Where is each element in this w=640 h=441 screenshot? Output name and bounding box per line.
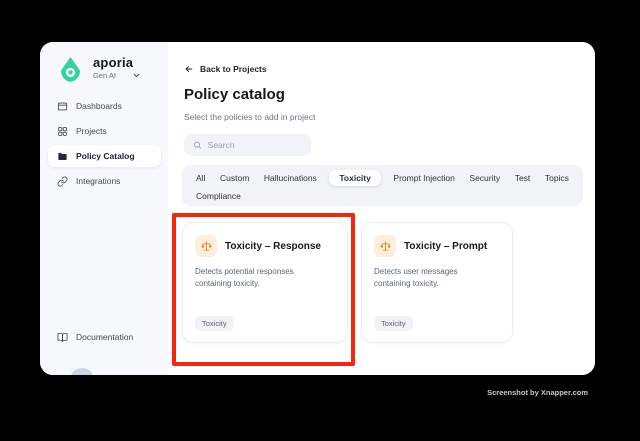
sidebar-item-dashboards[interactable]: Dashboards: [48, 95, 161, 117]
page-title: Policy catalog: [184, 86, 285, 103]
folder-icon: [58, 152, 67, 160]
policy-card-toxicity-response[interactable]: Toxicity – Response Detects potential re…: [182, 222, 348, 343]
main-content: Back to Projects Policy catalog Select t…: [168, 42, 595, 375]
brand-block: aporia Gen AI: [57, 56, 141, 88]
sidebar-item-label: Dashboards: [76, 101, 122, 111]
aporia-logo-icon: [57, 56, 84, 88]
book-icon: [57, 332, 68, 342]
sidebar-item-policy-catalog[interactable]: Policy Catalog: [48, 145, 161, 167]
tab-prompt-injection[interactable]: Prompt Injection: [391, 170, 456, 186]
policy-card-title: Toxicity – Response: [225, 240, 321, 252]
sidebar-item-label: Integrations: [76, 176, 121, 186]
scales-icon: [195, 235, 217, 257]
search-box[interactable]: [184, 134, 311, 156]
sidebar-item-projects[interactable]: Projects: [48, 120, 161, 142]
sidebar: aporia Gen AI Dashboards Projects Policy…: [40, 42, 168, 375]
workspace-name: Gen AI: [93, 71, 116, 80]
projects-icon: [58, 126, 67, 136]
screenshot-stage: aporia Gen AI Dashboards Projects Policy…: [0, 0, 640, 441]
category-tabs: All Custom Hallucinations Toxicity Promp…: [182, 165, 583, 206]
tab-all[interactable]: All: [194, 170, 207, 186]
sidebar-item-integrations[interactable]: Integrations: [48, 170, 161, 192]
workspace-selector[interactable]: Gen AI: [93, 71, 141, 80]
back-to-projects-link[interactable]: Back to Projects: [184, 64, 267, 74]
sidebar-nav: Dashboards Projects Policy Catalog Integ…: [48, 95, 161, 195]
policy-card-description: Detects potential responses containing t…: [195, 267, 294, 288]
tab-hallucinations[interactable]: Hallucinations: [262, 170, 319, 186]
policy-cards: Toxicity – Response Detects potential re…: [182, 222, 513, 343]
tabs-row-2: Compliance: [194, 188, 571, 204]
search-icon: [194, 141, 201, 149]
brand-name: aporia: [93, 55, 134, 70]
sidebar-item-label: Policy Catalog: [76, 151, 135, 161]
tab-custom[interactable]: Custom: [218, 170, 251, 186]
dashboards-icon: [57, 102, 68, 110]
policy-card-title: Toxicity – Prompt: [404, 240, 488, 252]
watermark-text: Screenshot by Xnapper.com: [487, 388, 588, 397]
sidebar-item-label: Documentation: [76, 332, 134, 342]
sidebar-item-documentation[interactable]: Documentation: [48, 326, 161, 348]
policy-tag-badge: Toxicity: [195, 316, 234, 331]
tab-test[interactable]: Test: [513, 170, 533, 186]
policy-tag-badge: Toxicity: [374, 316, 413, 331]
back-link-label: Back to Projects: [200, 64, 267, 74]
scales-icon: [374, 235, 396, 257]
tab-compliance[interactable]: Compliance: [194, 188, 243, 204]
chevron-down-icon: [133, 73, 140, 78]
tab-toxicity[interactable]: Toxicity: [329, 170, 381, 186]
sidebar-footer: Documentation: [48, 326, 161, 351]
tabs-row-1: All Custom Hallucinations Toxicity Promp…: [194, 169, 571, 187]
arrow-left-icon: [185, 66, 193, 72]
sidebar-item-label: Projects: [76, 126, 107, 136]
avatar[interactable]: [70, 368, 94, 375]
policy-card-toxicity-prompt[interactable]: Toxicity – Prompt Detects user messages …: [361, 222, 513, 343]
card-header: Toxicity – Response: [195, 235, 335, 257]
tab-security[interactable]: Security: [467, 170, 502, 186]
policy-card-description: Detects user messages containing toxicit…: [374, 267, 458, 288]
app-window: aporia Gen AI Dashboards Projects Policy…: [40, 42, 595, 375]
tab-topics[interactable]: Topics: [543, 170, 571, 186]
link-icon: [57, 176, 68, 186]
card-header: Toxicity – Prompt: [374, 235, 500, 257]
page-subtitle: Select the policies to add in project: [184, 112, 316, 122]
search-input[interactable]: [207, 140, 302, 150]
